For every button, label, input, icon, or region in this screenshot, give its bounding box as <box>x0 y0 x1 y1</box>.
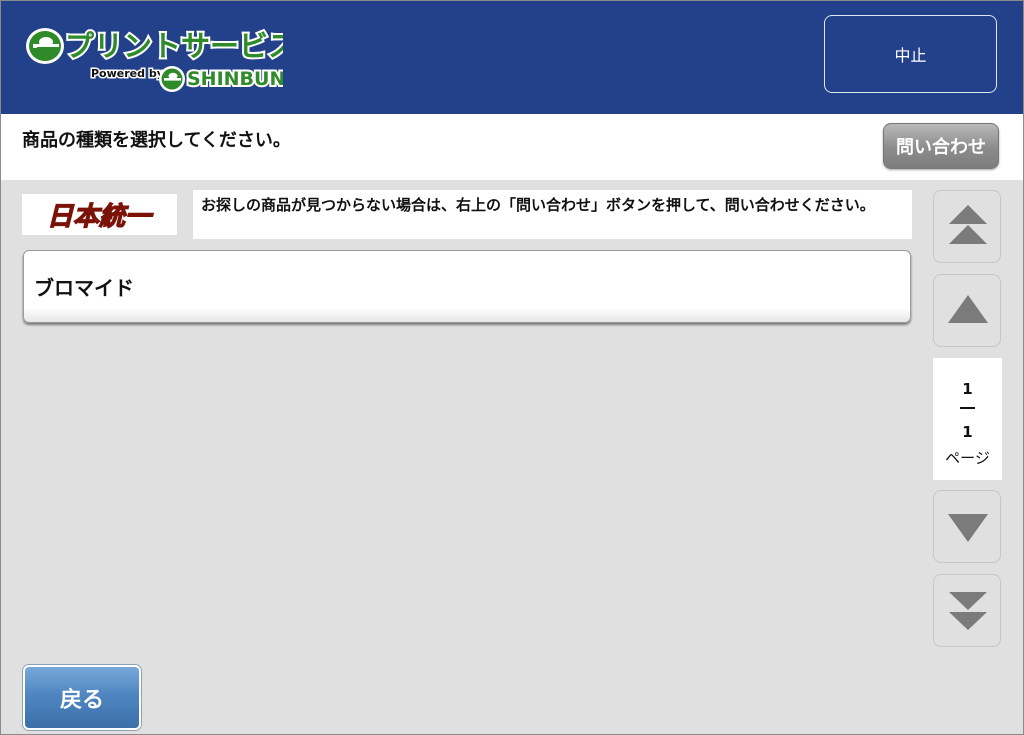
not-found-notice: お探しの商品が見つからない場合は、右上の「問い合わせ」ボタンを押して、問い合わせ… <box>193 190 912 239</box>
current-page: 1 <box>962 380 973 398</box>
double-down-arrow-icon <box>949 592 987 630</box>
header-bar: プリントサービス Powered by SHINBUN 中止 <box>1 1 1023 114</box>
page-divider <box>960 407 975 409</box>
product-item-bromide[interactable]: ブロマイド <box>23 250 911 323</box>
inquiry-button[interactable]: 問い合わせ <box>883 123 999 169</box>
first-page-button[interactable] <box>933 190 1001 263</box>
next-page-button[interactable] <box>933 490 1001 563</box>
double-up-arrow-icon <box>949 205 987 244</box>
last-page-button[interactable] <box>933 574 1001 647</box>
brand-logo-text: 日本統一 <box>47 202 154 232</box>
logo-brand-text: SHINBUN <box>187 68 283 90</box>
cancel-button[interactable]: 中止 <box>824 15 997 93</box>
back-button[interactable]: 戻る <box>23 665 141 730</box>
instruction-bar: 商品の種類を選択してください。 問い合わせ <box>1 114 1023 180</box>
kiosk-screen: プリントサービス Powered by SHINBUN 中止 商品の種類を選択し… <box>0 0 1024 735</box>
logo-main-text: プリントサービス <box>65 29 283 63</box>
total-pages: 1 <box>962 423 973 441</box>
up-arrow-icon <box>948 295 988 323</box>
previous-page-button[interactable] <box>933 274 1001 347</box>
page-unit-label: ページ <box>945 449 990 467</box>
page-indicator: 1 1 ページ <box>933 358 1002 480</box>
eprint-service-logo: プリントサービス Powered by SHINBUN <box>26 27 283 92</box>
logo-powered-text: Powered by <box>91 67 164 80</box>
instruction-text: 商品の種類を選択してください。 <box>22 130 291 151</box>
brand-logo: 日本統一 <box>22 194 177 235</box>
down-arrow-icon <box>948 514 988 542</box>
